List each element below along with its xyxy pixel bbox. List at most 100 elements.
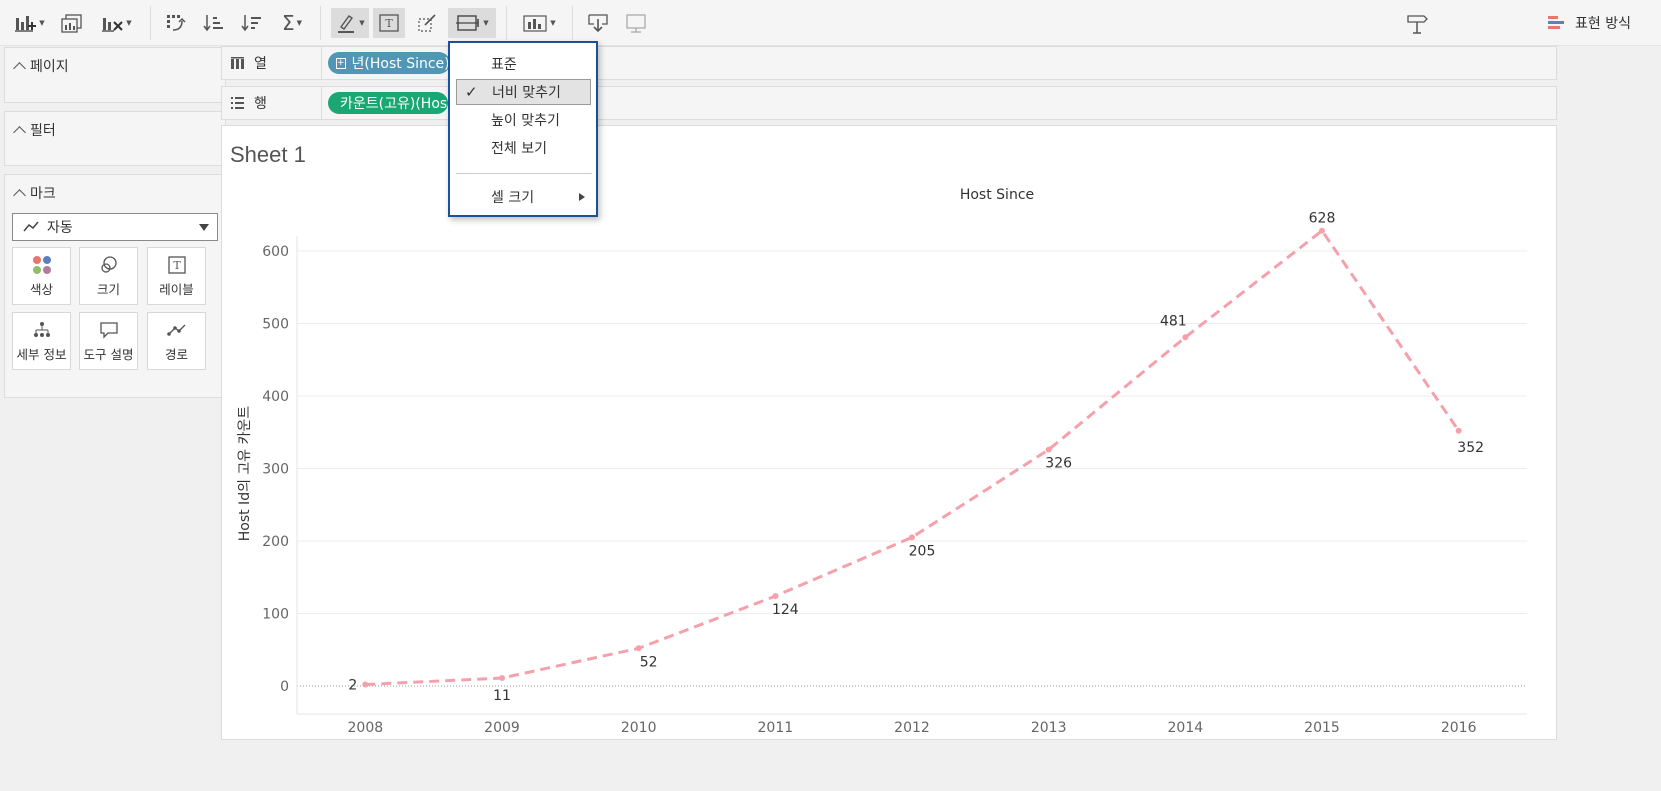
dropdown-caret-icon: ▼ bbox=[39, 19, 45, 27]
sort-descending-button[interactable] bbox=[238, 8, 266, 38]
text-label-icon: T bbox=[379, 14, 399, 32]
dropdown-caret-icon: ▼ bbox=[483, 19, 489, 27]
menu-item-label: 너비 맞추기 bbox=[492, 85, 561, 101]
color-mark-card[interactable]: 색상 bbox=[12, 247, 71, 305]
data-label: 352 bbox=[1457, 440, 1484, 456]
duplicate-sheet-icon bbox=[61, 14, 82, 33]
data-label: 52 bbox=[640, 654, 658, 670]
data-label: 11 bbox=[493, 688, 511, 704]
data-point bbox=[1455, 427, 1462, 434]
menu-item-label: 전체 보기 bbox=[491, 141, 547, 157]
x-tick-label: 2009 bbox=[484, 720, 520, 736]
mark-card-label: 크기 bbox=[96, 281, 120, 297]
sort-ascending-button[interactable] bbox=[200, 8, 228, 38]
pages-panel-header[interactable]: 페이지 bbox=[13, 56, 69, 76]
show-me-button[interactable]: 표현 방식 bbox=[1547, 8, 1631, 38]
count-distinct-host-id-pill[interactable]: 카운트(고유)(Host Id) bbox=[328, 92, 448, 114]
x-tick-label: 2013 bbox=[1031, 720, 1067, 736]
highlighter-icon bbox=[338, 15, 355, 33]
rows-icon bbox=[231, 97, 244, 109]
x-tick-label: 2008 bbox=[348, 720, 384, 736]
columns-label-text: 열 bbox=[254, 56, 267, 72]
marks-panel-header[interactable]: 마크 bbox=[13, 183, 56, 203]
label-icon: T bbox=[167, 255, 186, 274]
tooltip-mark-card[interactable]: 도구 설명 bbox=[79, 312, 138, 370]
pages-panel-title: 페이지 bbox=[30, 59, 69, 75]
marks-panel-title: 마크 bbox=[30, 186, 56, 202]
color-icon bbox=[32, 255, 51, 274]
highlight-button[interactable]: ▼ bbox=[331, 8, 369, 38]
data-point bbox=[362, 681, 369, 688]
mark-card-label: 세부 정보 bbox=[16, 346, 67, 362]
columns-shelf-label: 열 bbox=[222, 47, 322, 79]
size-mark-card[interactable]: 크기 bbox=[79, 247, 138, 305]
swap-icon bbox=[167, 15, 186, 31]
series-line bbox=[365, 229, 1460, 687]
worksheet-view: Sheet 1 Host Since 0 100 200 300 400 500 600 Hos… bbox=[221, 125, 1557, 740]
collapse-chevron-icon bbox=[13, 189, 26, 202]
data-point bbox=[1045, 446, 1052, 453]
fit-button[interactable]: ▼ bbox=[448, 8, 496, 38]
fit-dropdown-menu: 표준 ✓ 너비 맞추기 높이 맞추기 전체 보기 셀 크기 bbox=[448, 41, 598, 217]
menu-item-fit-width[interactable]: ✓ 너비 맞추기 bbox=[456, 79, 591, 105]
path-icon bbox=[166, 324, 185, 336]
path-mark-card[interactable]: 경로 bbox=[147, 312, 206, 370]
columns-shelf[interactable]: 열 + 년(Host Since) bbox=[221, 46, 1557, 80]
detail-mark-card[interactable]: 세부 정보 bbox=[12, 312, 71, 370]
y-axis-title: Host Id의 고유 카운트 bbox=[237, 406, 253, 542]
mark-type-dropdown[interactable]: 자동 bbox=[12, 213, 218, 241]
show-mark-labels-button[interactable]: T bbox=[373, 8, 405, 38]
new-worksheet-icon bbox=[15, 16, 37, 32]
y-tick-label: 600 bbox=[262, 244, 289, 260]
data-point bbox=[499, 675, 505, 682]
chart-title: Host Since bbox=[960, 187, 1034, 203]
rows-shelf[interactable]: 행 카운트(고유)(Host Id) bbox=[221, 86, 1557, 120]
sigma-icon: Σ bbox=[281, 11, 295, 35]
expand-plus-icon[interactable]: + bbox=[336, 57, 346, 69]
year-host-since-pill[interactable]: + 년(Host Since) bbox=[328, 52, 450, 74]
new-worksheet-button[interactable]: ▼ bbox=[12, 8, 46, 38]
swap-rows-columns-button[interactable] bbox=[162, 8, 190, 38]
submenu-arrow-icon bbox=[579, 193, 585, 201]
columns-icon bbox=[231, 57, 244, 69]
annotate-button[interactable] bbox=[412, 8, 442, 38]
x-tick-label: 2011 bbox=[758, 720, 794, 736]
dropdown-arrow-icon bbox=[199, 224, 209, 231]
y-tick-label: 100 bbox=[262, 607, 289, 623]
label-mark-card[interactable]: T 레이블 bbox=[147, 247, 206, 305]
totals-button[interactable]: Σ ▼ bbox=[276, 8, 308, 38]
data-label: 124 bbox=[772, 602, 799, 618]
checkmark-icon: ✓ bbox=[465, 83, 478, 101]
signpost-button[interactable] bbox=[1402, 8, 1432, 38]
pages-panel: 페이지 bbox=[4, 47, 226, 103]
clear-sheet-button[interactable]: ▼ bbox=[98, 8, 134, 38]
data-label: 481 bbox=[1160, 313, 1187, 329]
data-label: 2 bbox=[348, 678, 357, 694]
dropdown-caret-icon: ▼ bbox=[126, 19, 132, 27]
pill-label: 카운트(고유)(Host Id) bbox=[340, 96, 448, 112]
data-label: 628 bbox=[1309, 211, 1336, 227]
menu-item-cell-size[interactable]: 셀 크기 bbox=[456, 184, 591, 210]
presentation-icon bbox=[626, 14, 646, 33]
toolbar: ▼ ▼ Σ ▼ ▼ T ▼ ▼ 표현 방식 bbox=[0, 0, 1661, 46]
clear-sheet-icon bbox=[102, 18, 124, 32]
menu-item-standard[interactable]: 표준 bbox=[456, 51, 591, 77]
menu-item-entire-view[interactable]: 전체 보기 bbox=[456, 135, 591, 161]
data-point bbox=[909, 534, 915, 541]
download-button[interactable] bbox=[584, 8, 612, 38]
filters-panel-header[interactable]: 필터 bbox=[13, 120, 56, 140]
menu-item-fit-height[interactable]: 높이 맞추기 bbox=[456, 107, 591, 133]
duplicate-sheet-button[interactable] bbox=[58, 8, 86, 38]
view-cards-button[interactable]: ▼ bbox=[518, 8, 560, 38]
toolbar-divider bbox=[572, 6, 573, 40]
menu-divider bbox=[456, 173, 592, 174]
annotate-icon bbox=[418, 14, 436, 32]
rows-shelf-label: 행 bbox=[222, 87, 322, 119]
x-tick-label: 2012 bbox=[894, 720, 930, 736]
filters-panel: 필터 bbox=[4, 111, 226, 166]
data-point bbox=[635, 645, 642, 652]
svg-text:T: T bbox=[385, 17, 393, 30]
x-tick-label: 2016 bbox=[1441, 720, 1477, 736]
mark-card-label: 도구 설명 bbox=[83, 346, 134, 362]
presentation-mode-button[interactable] bbox=[622, 8, 650, 38]
